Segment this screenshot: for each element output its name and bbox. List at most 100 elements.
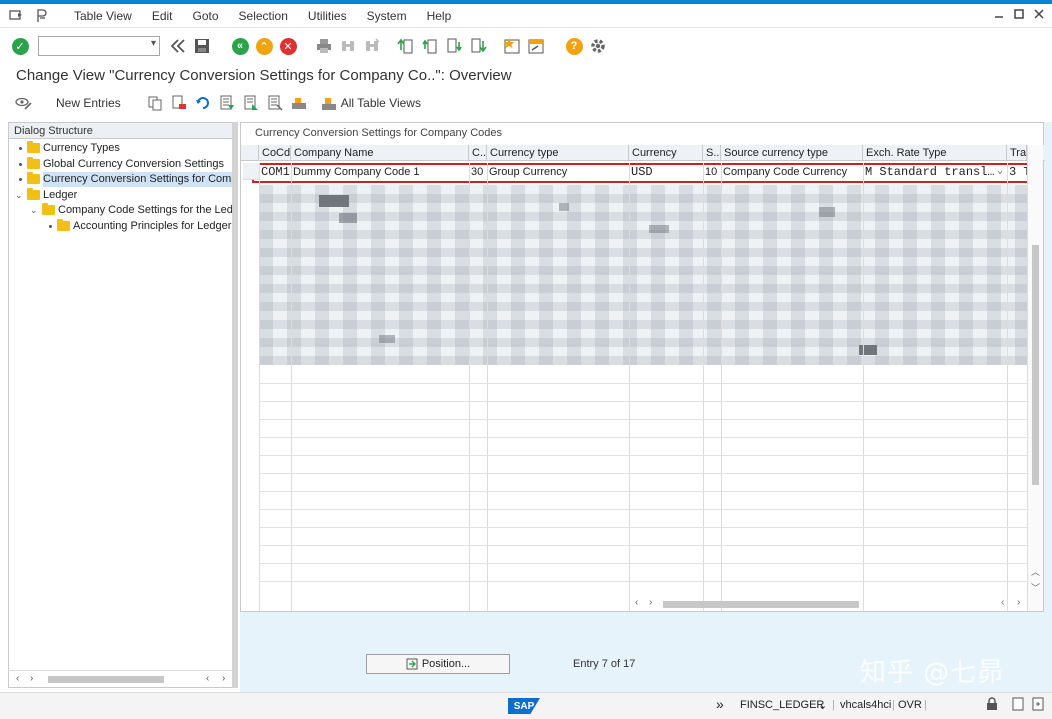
menu-system[interactable]: System	[367, 9, 407, 23]
tree-item-company-code-settings[interactable]: ⌄ Company Code Settings for the Ledg	[9, 203, 235, 219]
tree-horizontal-scrollbar[interactable]: ‹ › ‹ ›	[8, 670, 236, 686]
cancel-icon[interactable]: ✕	[278, 36, 298, 56]
back-icon[interactable]: «	[230, 36, 250, 56]
help-icon[interactable]: ?	[564, 36, 584, 56]
watermark: 知乎 @七昴	[860, 658, 1005, 688]
menu-edit[interactable]: Edit	[152, 9, 173, 23]
col-header-source-currency-type[interactable]: Source currency type	[721, 145, 863, 161]
exit-icon[interactable]: ⌃	[254, 36, 274, 56]
delete-icon[interactable]	[169, 93, 189, 113]
minimize-icon[interactable]	[992, 8, 1006, 22]
table-control: Currency Conversion Settings for Company…	[240, 122, 1045, 612]
close-icon[interactable]	[1032, 8, 1046, 22]
folder-icon	[57, 218, 70, 231]
tree-item-accounting-principles[interactable]: Accounting Principles for Ledger a	[9, 218, 235, 235]
last-page-icon[interactable]	[468, 36, 488, 56]
chevron-left-icon[interactable]: ‹	[635, 597, 638, 608]
insert-mode: OVR	[898, 699, 922, 711]
panel-splitter[interactable]	[232, 122, 238, 688]
new-entries-button[interactable]: New Entries	[56, 96, 121, 110]
shortcut-icon[interactable]	[526, 36, 546, 56]
table-horizontal-scrollbar[interactable]: ‹ › ‹ ›	[631, 597, 1031, 611]
chevron-right-icon[interactable]: ›	[1017, 597, 1020, 608]
display-change-icon[interactable]	[14, 93, 34, 113]
tree-item-global-currency-conversion[interactable]: Global Currency Conversion Settings	[9, 156, 235, 173]
first-page-icon[interactable]	[396, 36, 416, 56]
col-header-c[interactable]: C..	[469, 145, 487, 161]
dialog-structure-header: Dialog Structure	[9, 123, 235, 139]
chevron-down-icon[interactable]: ⌄	[30, 203, 38, 218]
menu-help[interactable]: Help	[427, 9, 452, 23]
menu-goto[interactable]: Goto	[193, 9, 219, 23]
double-chevron-right-icon[interactable]: »	[716, 696, 724, 712]
new-document-icon[interactable]	[1032, 697, 1044, 714]
command-input[interactable]	[39, 37, 139, 55]
position-button[interactable]: Position...	[366, 654, 510, 674]
tree-item-ledger[interactable]: ⌄ Ledger	[9, 187, 235, 204]
print-icon[interactable]	[314, 36, 334, 56]
table-vertical-scrollbar[interactable]: ︿ ﹀	[1027, 145, 1043, 611]
chevron-down-icon[interactable]: ﹀	[1031, 581, 1040, 594]
col-header-exch-rate-type[interactable]: Exch. Rate Type	[863, 145, 1007, 161]
divider: |	[832, 699, 835, 711]
all-table-views-button[interactable]: All Table Views	[341, 96, 421, 110]
dialog-structure-panel: Dialog Structure Currency Types Global C…	[8, 122, 236, 688]
document-icon[interactable]	[1012, 697, 1024, 714]
chevron-left-icon[interactable]: ‹	[16, 673, 19, 684]
chevron-left-icon[interactable]: ‹	[1001, 597, 1004, 608]
col-header-cocd[interactable]: CoCd	[259, 145, 291, 161]
menu-icon[interactable]	[8, 9, 24, 23]
all-table-views-icon[interactable]	[319, 93, 339, 113]
chevron-down-icon[interactable]: ▾	[151, 38, 156, 49]
chevron-down-icon[interactable]: ⌄	[15, 188, 23, 203]
folder-icon	[42, 203, 55, 215]
scroll-thumb[interactable]	[663, 601, 859, 608]
main-area: Currency Conversion Settings for Company…	[240, 122, 1052, 692]
redacted-rows	[259, 185, 1027, 365]
scroll-thumb[interactable]	[1032, 245, 1039, 485]
chevron-right-icon[interactable]: ›	[649, 597, 652, 608]
chevron-down-icon[interactable]: ⌄	[818, 699, 827, 712]
layout-menu-icon[interactable]	[34, 8, 50, 23]
lock-icon[interactable]	[986, 697, 998, 714]
menu-utilities[interactable]: Utilities	[308, 9, 347, 23]
next-page-icon[interactable]	[444, 36, 464, 56]
chevron-right-icon[interactable]: ›	[222, 673, 225, 684]
sap-logo: SAP	[508, 698, 540, 714]
chevron-up-icon[interactable]: ︿	[1031, 565, 1040, 578]
col-header-company-name[interactable]: Company Name	[291, 145, 469, 161]
divider: |	[892, 699, 895, 711]
col-header-currency-type[interactable]: Currency type	[487, 145, 629, 161]
position-button-label: Position...	[421, 658, 471, 670]
tree-item-currency-conversion-company[interactable]: Currency Conversion Settings for Compa	[9, 172, 235, 188]
table-header-row: CoCd Company Name C.. Currency type Curr…	[241, 145, 1027, 161]
menu-table-view[interactable]: Table View	[74, 9, 132, 23]
gear-icon[interactable]	[588, 36, 608, 56]
menu-selection[interactable]: Selection	[239, 9, 288, 23]
scroll-thumb[interactable]	[48, 676, 164, 683]
tree-item-currency-types[interactable]: Currency Types	[9, 141, 235, 157]
select-block-icon[interactable]	[241, 93, 261, 113]
save-icon[interactable]	[192, 36, 212, 56]
enter-check-icon[interactable]: ✓	[10, 36, 30, 56]
col-header-currency[interactable]: Currency	[629, 145, 703, 161]
header-selector[interactable]	[241, 145, 259, 161]
undo-change-icon[interactable]	[193, 93, 213, 113]
row-selector[interactable]	[243, 163, 259, 180]
chevron-right-icon[interactable]: ›	[30, 673, 33, 684]
find-next-icon[interactable]	[362, 36, 382, 56]
transport-icon[interactable]	[289, 93, 309, 113]
previous-page-icon[interactable]	[420, 36, 440, 56]
col-header-s[interactable]: S..	[703, 145, 721, 161]
maximize-icon[interactable]	[1012, 8, 1026, 22]
find-icon[interactable]	[338, 36, 358, 56]
select-all-icon[interactable]	[217, 93, 237, 113]
create-session-icon[interactable]	[502, 36, 522, 56]
col-header-trans[interactable]: Trar	[1007, 145, 1027, 161]
command-field[interactable]: ▾	[38, 36, 160, 56]
deselect-all-icon[interactable]	[265, 93, 285, 113]
double-chevron-left-icon[interactable]	[168, 36, 188, 56]
copy-as-icon[interactable]	[145, 93, 165, 113]
chevron-left-icon[interactable]: ‹	[206, 673, 209, 684]
folder-icon	[27, 187, 40, 200]
